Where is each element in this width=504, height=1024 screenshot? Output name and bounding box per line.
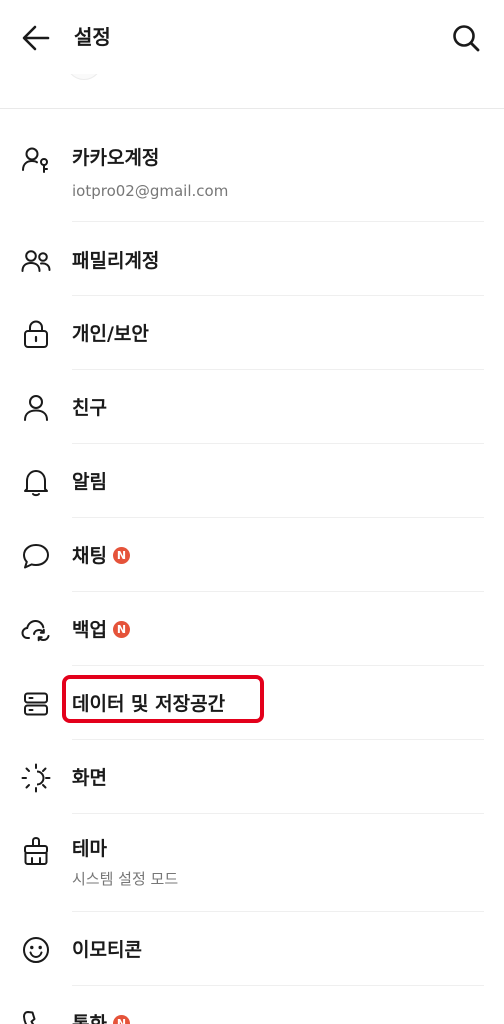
- back-button[interactable]: [18, 20, 54, 56]
- divider: [72, 739, 484, 740]
- cloud-sync-icon: [21, 619, 50, 642]
- paint-brush-icon: [24, 836, 48, 865]
- highlight-box: [62, 675, 264, 723]
- menu-item-label: 알림: [72, 471, 107, 493]
- new-badge: N: [112, 1015, 130, 1024]
- chat-bubble-icon: [23, 544, 49, 569]
- divider: [72, 295, 484, 296]
- menu-item-text: 통화: [72, 1013, 107, 1024]
- divider: [72, 443, 484, 444]
- menu-item-call[interactable]: 통화 N: [0, 1003, 504, 1024]
- person-key-icon: [22, 147, 48, 173]
- page-title: 설정: [74, 25, 111, 49]
- menu-item-theme[interactable]: 테마 시스템 설정 모드: [0, 831, 504, 911]
- menu-item-notifications[interactable]: 알림: [0, 461, 504, 503]
- menu-item-text: 채팅: [72, 545, 107, 567]
- menu-item-family-account[interactable]: 패밀리계정: [0, 240, 504, 282]
- menu-item-label: 통화 N: [72, 1011, 130, 1024]
- new-badge: N: [112, 621, 130, 638]
- search-button[interactable]: [448, 20, 484, 56]
- menu-item-label: 카카오계정: [72, 147, 160, 169]
- divider: [72, 369, 484, 370]
- menu-item-privacy-security[interactable]: 개인/보안: [0, 313, 504, 355]
- smiley-icon: [23, 937, 49, 963]
- divider: [72, 985, 484, 986]
- divider: [72, 517, 484, 518]
- theme-mode-value: 시스템 설정 모드: [72, 870, 179, 888]
- menu-item-label: 화면: [72, 767, 107, 789]
- app-header: 설정: [0, 0, 504, 74]
- account-email: iotpro02@gmail.com: [72, 182, 229, 200]
- phone-icon: [23, 1011, 36, 1024]
- menu-item-friends[interactable]: 친구: [0, 387, 504, 429]
- menu-item-backup[interactable]: 백업 N: [0, 609, 504, 651]
- storage-icon: [24, 692, 48, 716]
- menu-item-label: 친구: [72, 397, 107, 419]
- lock-icon: [24, 320, 48, 348]
- menu-item-emoticon[interactable]: 이모티콘: [0, 929, 504, 971]
- person-icon: [24, 395, 48, 421]
- menu-item-kakao-account[interactable]: 카카오계정 iotpro02@gmail.com: [0, 140, 504, 220]
- new-badge: N: [112, 547, 130, 564]
- search-icon: [453, 25, 480, 52]
- profile-section-remnant: [0, 74, 504, 109]
- brightness-icon: [21, 763, 51, 793]
- menu-item-label: 백업 N: [72, 617, 130, 643]
- divider: [72, 911, 484, 912]
- menu-item-chatting[interactable]: 채팅 N: [0, 535, 504, 577]
- menu-item-label: 채팅 N: [72, 543, 130, 569]
- menu-item-label: 패밀리계정: [72, 250, 160, 272]
- menu-item-label: 이모티콘: [72, 939, 142, 961]
- divider: [72, 813, 484, 814]
- divider: [72, 591, 484, 592]
- menu-item-display[interactable]: 화면: [0, 757, 504, 799]
- bell-icon: [24, 470, 48, 497]
- arrow-left-icon: [22, 25, 50, 51]
- divider: [72, 665, 484, 666]
- menu-item-text: 백업: [72, 619, 107, 641]
- divider: [72, 221, 484, 222]
- menu-item-label: 테마: [72, 838, 107, 860]
- people-icon: [21, 250, 51, 272]
- profile-avatar: [66, 74, 102, 80]
- menu-item-label: 개인/보안: [72, 323, 149, 345]
